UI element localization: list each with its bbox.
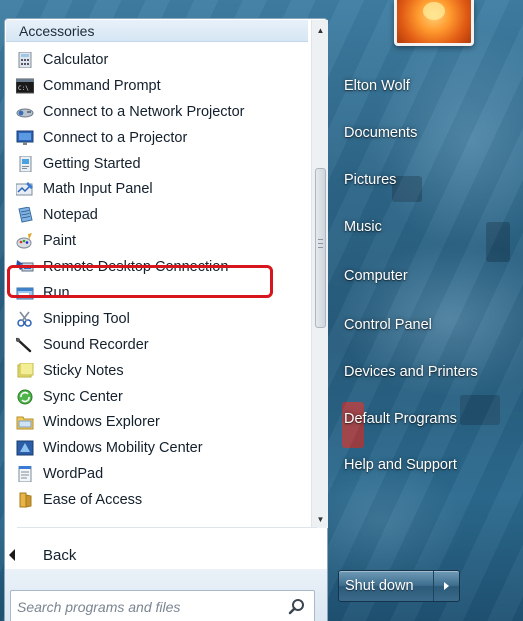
- music-link[interactable]: Music: [344, 219, 382, 235]
- menu-item-label: Notepad: [43, 207, 98, 224]
- pictures-link[interactable]: Pictures: [344, 172, 396, 188]
- menu-item-math-input-panel[interactable]: Math Input Panel: [5, 176, 310, 202]
- menu-item-label: Paint: [43, 233, 77, 250]
- windows-explorer-icon: [15, 413, 35, 431]
- menu-item-label: Calculator: [43, 51, 109, 68]
- notepad-icon: [15, 206, 35, 224]
- menu-item-getting-started[interactable]: Getting Started: [5, 151, 310, 177]
- menu-item-label: Sticky Notes: [43, 362, 124, 379]
- menu-item-notepad[interactable]: Notepad: [5, 202, 310, 228]
- projector-icon: [15, 129, 35, 147]
- svg-text:C:\: C:\: [18, 85, 29, 92]
- devices-and-printers-link[interactable]: Devices and Printers: [344, 364, 478, 380]
- background-tile: [486, 222, 510, 262]
- program-list-scrollbar[interactable]: ▲ ▼: [311, 20, 328, 528]
- shut-down-label: Shut down: [345, 578, 414, 594]
- menu-item-label: Math Input Panel: [43, 181, 153, 198]
- math-input-icon: [15, 180, 35, 198]
- menu-item-label: Windows Mobility Center: [43, 440, 203, 457]
- background-tile: [460, 395, 500, 425]
- documents-link[interactable]: Documents: [344, 125, 417, 141]
- snipping-tool-icon: [15, 310, 35, 328]
- menu-item-label: Snipping Tool: [43, 310, 130, 327]
- menu-item-label: Connect to a Projector: [43, 129, 188, 146]
- programs-panel: Accessories Calculator C:\ Command Promp…: [4, 18, 328, 621]
- computer-link[interactable]: Computer: [344, 268, 408, 284]
- menu-item-windows-mobility-center[interactable]: Windows Mobility Center: [5, 435, 310, 461]
- separator: [17, 527, 317, 528]
- back-arrow-icon: [9, 549, 15, 561]
- menu-item-snipping-tool[interactable]: Snipping Tool: [5, 306, 310, 332]
- sync-center-icon: [15, 388, 35, 406]
- user-name-link[interactable]: Elton Wolf: [344, 78, 410, 94]
- control-panel-link[interactable]: Control Panel: [344, 317, 432, 333]
- highlight-box: [7, 265, 273, 298]
- calculator-icon: [15, 51, 35, 69]
- menu-item-calculator[interactable]: Calculator: [5, 47, 310, 73]
- help-and-support-link[interactable]: Help and Support: [344, 457, 457, 473]
- menu-item-label: Connect to a Network Projector: [43, 103, 245, 120]
- menu-item-windows-explorer[interactable]: Windows Explorer: [5, 409, 310, 435]
- search-input[interactable]: [11, 591, 281, 621]
- menu-item-label: Windows Explorer: [43, 414, 160, 431]
- user-avatar[interactable]: [394, 0, 474, 46]
- scroll-down-arrow-icon[interactable]: ▼: [312, 511, 329, 528]
- sound-recorder-icon: [15, 336, 35, 354]
- back-button[interactable]: Back: [5, 539, 325, 571]
- background-tile: [392, 176, 422, 202]
- menu-item-wordpad[interactable]: WordPad: [5, 461, 310, 487]
- command-prompt-icon: C:\: [15, 77, 35, 95]
- network-projector-icon: [15, 103, 35, 121]
- paint-icon: [15, 232, 35, 250]
- menu-item-label: Sync Center: [43, 388, 123, 405]
- search-area: [5, 569, 327, 621]
- scroll-up-arrow-icon[interactable]: ▲: [312, 22, 329, 39]
- menu-item-sound-recorder[interactable]: Sound Recorder: [5, 332, 310, 358]
- menu-item-projector[interactable]: Connect to a Projector: [5, 125, 310, 151]
- accessories-folder-header[interactable]: Accessories: [6, 20, 308, 42]
- menu-item-label: Sound Recorder: [43, 336, 149, 353]
- scrollbar-grip-icon: [318, 239, 323, 248]
- search-icon[interactable]: [288, 598, 306, 616]
- wordpad-icon: [15, 465, 35, 483]
- ease-of-access-folder-icon: [15, 491, 35, 509]
- menu-item-network-projector[interactable]: Connect to a Network Projector: [5, 99, 310, 125]
- shut-down-options-arrow-icon[interactable]: [433, 571, 459, 601]
- menu-item-label: Ease of Access: [43, 492, 143, 509]
- shut-down-button[interactable]: Shut down: [338, 570, 460, 602]
- menu-item-sync-center[interactable]: Sync Center: [5, 384, 310, 410]
- menu-item-ease-of-access[interactable]: Ease of Access: [5, 487, 310, 513]
- sticky-notes-icon: [15, 362, 35, 380]
- menu-item-paint[interactable]: Paint: [5, 228, 310, 254]
- search-box[interactable]: [10, 590, 315, 621]
- menu-item-sticky-notes[interactable]: Sticky Notes: [5, 358, 310, 384]
- default-programs-link[interactable]: Default Programs: [344, 411, 457, 427]
- getting-started-icon: [15, 155, 35, 173]
- menu-item-label: WordPad: [43, 466, 104, 483]
- menu-item-label: Command Prompt: [43, 77, 161, 94]
- scrollbar-thumb[interactable]: [315, 168, 326, 328]
- menu-item-command-prompt[interactable]: C:\ Command Prompt: [5, 73, 310, 99]
- back-label: Back: [43, 546, 77, 564]
- mobility-center-icon: [15, 439, 35, 457]
- menu-item-label: Getting Started: [43, 155, 141, 172]
